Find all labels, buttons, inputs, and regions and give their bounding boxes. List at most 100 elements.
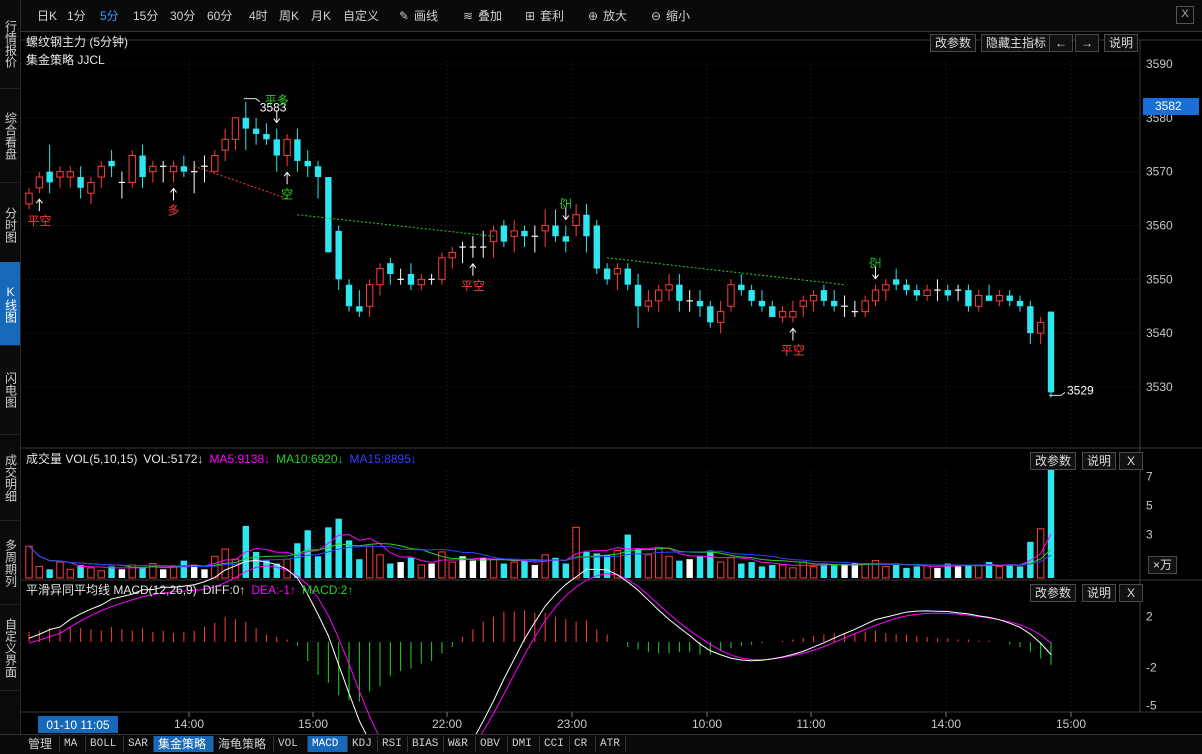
candle-body [923,289,931,296]
left-tab-2[interactable]: 分时图 [0,183,20,267]
indicator-tab-13[interactable]: DMI [508,736,540,752]
candle [552,209,559,242]
volume-params-button[interactable]: 改参数 [1030,452,1077,470]
candle [820,284,828,307]
candle [190,160,198,194]
candle [231,117,240,151]
left-tab-3[interactable]: K线图 [0,262,20,346]
candle [583,203,590,253]
candle-body [562,236,570,242]
indicator-tab-2[interactable]: BOLL [86,736,124,752]
period-tab-7[interactable]: 周K [279,7,299,24]
candle [624,263,631,291]
left-tab-1[interactable]: 综合看盘 [0,89,20,183]
candle [541,209,549,248]
macd-help-button[interactable]: 说明 [1082,584,1117,602]
indicator-tab-14[interactable]: CCI [540,736,570,752]
candle [769,300,776,318]
close-icon[interactable]: X [1176,6,1194,24]
left-tab-7[interactable]: 自定义界面 [0,605,20,691]
indicator-tab-10[interactable]: BIAS [408,736,444,752]
indicator-tab-1[interactable]: MA [60,736,86,752]
candle-body [87,181,95,194]
candle-body [871,289,880,302]
volume-bar [521,560,528,578]
indicator-tab-15[interactable]: CR [570,736,596,752]
indicator-tab-0[interactable]: 管理 [24,736,60,752]
indicator-tab-4[interactable]: 集金策略 [154,736,214,752]
indicator-tab-5[interactable]: 海龟策略 [214,736,274,752]
volume-close-button[interactable]: X [1119,452,1143,470]
chart-title: 螺纹钢主力 (5分钟) [26,34,128,49]
kline-chart[interactable]: 359035803570356035503540353035833529平空多平… [21,31,1202,734]
candle [118,171,126,199]
volume-bar [25,545,33,579]
period-tab-3[interactable]: 15分 [133,7,158,24]
candle-body [365,284,374,307]
candle-body [903,284,910,291]
indicator-tab-16[interactable]: ATR [596,736,626,752]
macd-params-button[interactable]: 改参数 [1030,584,1077,602]
period-tab-0[interactable]: 日K [37,7,57,24]
left-tab-5[interactable]: 成交明细 [0,435,20,521]
volume-bar [644,554,653,579]
period-tab-9[interactable]: 自定义 [343,7,379,24]
volume-help-button[interactable]: 说明 [1082,452,1117,470]
hide-indicator-button[interactable]: 隐藏主指标 [981,34,1052,52]
candle-body [128,155,136,183]
volume-bar [789,567,797,579]
macd-header-dea: DEA:-1↑ [251,583,296,597]
volume-bar [769,564,776,578]
main-help-button[interactable]: 说明 [1104,34,1139,52]
tool-label: 套利 [540,9,565,23]
indicator-tab-9[interactable]: RSI [378,736,408,752]
scroll-left-button[interactable]: ← [1049,34,1073,52]
period-tab-6[interactable]: 4时 [249,7,268,24]
scroll-right-button[interactable]: → [1075,34,1099,52]
candle [180,155,188,178]
candle [923,284,931,301]
candle [428,273,435,285]
main-params-button[interactable]: 改参数 [930,34,977,52]
indicator-tab-12[interactable]: OBV [476,736,508,752]
left-tab-6[interactable]: 多周期列 [0,521,20,605]
indicator-tab-7[interactable]: MACD [308,736,348,752]
volume-bar [799,561,807,579]
tool-1[interactable]: ≋ 叠加 [461,7,502,24]
left-tab-4[interactable]: 闪电图 [0,346,20,435]
period-tab-5[interactable]: 60分 [207,7,232,24]
period-tab-4[interactable]: 30分 [170,7,195,24]
candle [861,295,869,318]
candle [211,150,219,173]
macd-close-button[interactable]: X [1119,584,1143,602]
volume-bar [676,560,683,578]
signal-label: 平空 [461,279,485,293]
volume-tick: 3 [1146,528,1153,542]
candle [139,144,146,188]
volume-unit-button[interactable]: ×万 [1148,556,1178,574]
indicator-tab-11[interactable]: W&R [444,736,476,752]
low-label: 3529 [1067,383,1094,397]
candle [459,241,466,264]
candle-body [913,290,920,296]
time-tick: 22:00 [432,717,462,731]
candle [841,295,848,318]
tool-4[interactable]: ⊖ 缩小 [649,7,690,24]
volume-bar [882,565,890,579]
period-tab-2[interactable]: 5分 [100,7,119,24]
indicator-tab-8[interactable]: KDJ [348,736,378,752]
left-tab-0[interactable]: 行情报价 [0,0,20,89]
tool-0[interactable]: ✎ 画线 [397,7,438,24]
candle-body [448,251,456,259]
tool-2[interactable]: ⊞ 套利 [523,7,564,24]
indicator-tab-6[interactable]: VOL [274,736,308,752]
period-tab-8[interactable]: 月K [311,7,331,24]
trend-line-red [194,165,288,200]
signal-label: 平多 [265,94,289,108]
tool-3[interactable]: ⊕ 放大 [586,7,627,24]
volume-header-vol: VOL:5172↓ [143,452,203,466]
candle [995,290,1004,307]
indicator-tab-3[interactable]: SAR [124,736,154,752]
candle [294,128,301,172]
period-tab-1[interactable]: 1分 [67,7,86,24]
